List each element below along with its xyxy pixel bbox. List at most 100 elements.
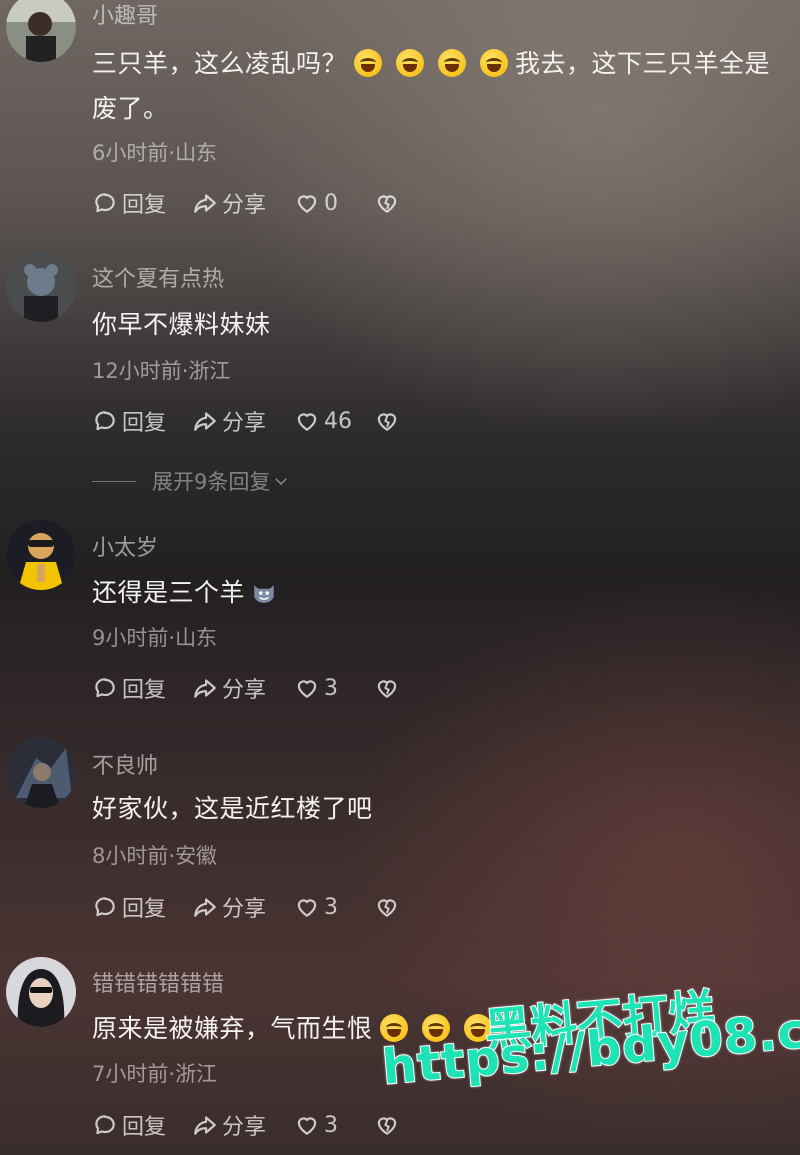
share-arrow-icon bbox=[194, 1116, 216, 1135]
comment-bubble-icon bbox=[95, 678, 115, 698]
share-arrow-icon bbox=[194, 412, 216, 431]
avatar[interactable] bbox=[6, 520, 76, 590]
comment-text: 好家伙，这是近红楼了吧 bbox=[92, 794, 373, 823]
avatar[interactable] bbox=[6, 252, 76, 322]
comment-location: 浙江 bbox=[188, 359, 231, 383]
like-count: 3 bbox=[324, 894, 338, 920]
like-count: 46 bbox=[324, 408, 352, 434]
reply-label: 回复 bbox=[122, 1115, 167, 1140]
broken-heart-icon bbox=[377, 195, 397, 213]
avatar[interactable] bbox=[6, 738, 76, 808]
expand-replies-button[interactable]: 展开9条回复 bbox=[92, 466, 290, 496]
dislike-button[interactable] bbox=[374, 190, 400, 216]
username[interactable]: 小趣哥 bbox=[92, 0, 158, 30]
like-button[interactable]: 3 bbox=[294, 894, 374, 920]
comment-text-part: 废了。 bbox=[92, 94, 169, 123]
like-button[interactable]: 0 bbox=[294, 190, 374, 216]
share-arrow-icon bbox=[194, 679, 216, 698]
comment-actions: 回复 分享 3 bbox=[92, 673, 400, 703]
comment-actions: 回复 分享 0 bbox=[92, 188, 400, 218]
dislike-button[interactable] bbox=[374, 675, 400, 701]
reply-button[interactable]: 回复 bbox=[92, 187, 192, 219]
reply-label: 回复 bbox=[122, 411, 167, 436]
comment-text-part: 我去，这下三只羊全是 bbox=[515, 49, 771, 78]
comment-actions: 回复 分享 46 bbox=[92, 406, 400, 436]
reply-button[interactable]: 回复 bbox=[92, 672, 192, 704]
share-button[interactable]: 分享 bbox=[192, 891, 294, 923]
heart-icon bbox=[297, 680, 317, 698]
share-button[interactable]: 分享 bbox=[192, 187, 294, 219]
comment-location: 山东 bbox=[175, 141, 218, 165]
heart-icon bbox=[297, 413, 317, 431]
comment-actions: 回复 分享 3 bbox=[92, 1110, 400, 1140]
laughing-face-emoji bbox=[354, 49, 383, 77]
dislike-button[interactable] bbox=[374, 894, 400, 920]
comment-time: 6小时前 bbox=[92, 141, 169, 165]
share-label: 分享 bbox=[222, 411, 267, 436]
divider bbox=[92, 480, 136, 482]
comment-time: 7小时前 bbox=[92, 1062, 169, 1086]
comment-meta: 8小时前·安徽 bbox=[92, 840, 217, 870]
broken-heart-icon bbox=[377, 680, 397, 698]
reply-button[interactable]: 回复 bbox=[92, 891, 192, 923]
broken-heart-icon bbox=[377, 899, 397, 917]
reply-label: 回复 bbox=[122, 897, 167, 922]
comment-text: 你早不爆料妹妹 bbox=[92, 310, 271, 339]
avatar[interactable] bbox=[6, 0, 76, 62]
share-label: 分享 bbox=[222, 897, 267, 922]
dislike-button[interactable] bbox=[374, 1112, 400, 1138]
like-count: 0 bbox=[324, 190, 338, 216]
comment-location: 安徽 bbox=[175, 844, 218, 868]
reply-label: 回复 bbox=[122, 678, 167, 703]
reply-label: 回复 bbox=[122, 193, 167, 218]
comment-location: 山东 bbox=[175, 626, 218, 650]
comment-bubble-icon bbox=[95, 411, 115, 431]
share-label: 分享 bbox=[222, 678, 267, 703]
username[interactable]: 这个夏有点热 bbox=[92, 261, 224, 293]
reply-button[interactable]: 回复 bbox=[92, 405, 192, 437]
username[interactable]: 错错错错错错 bbox=[92, 966, 224, 998]
comment-text: 三只羊，这么凌乱吗？ 我去，这下三只羊全是 废了。 bbox=[92, 41, 792, 131]
username[interactable]: 小太岁 bbox=[92, 530, 158, 562]
comment-text-part: 还得是三个羊 bbox=[92, 578, 246, 607]
comment-text: 还得是三个羊 bbox=[92, 570, 792, 615]
comment-text-part: 三只羊，这么凌乱吗？ bbox=[92, 49, 348, 78]
comment-meta: 9小时前·山东 bbox=[92, 622, 217, 652]
avatar[interactable] bbox=[6, 957, 76, 1027]
like-button[interactable]: 3 bbox=[294, 1112, 374, 1138]
comment-location: 浙江 bbox=[175, 1062, 218, 1086]
laughing-face-emoji bbox=[396, 49, 425, 77]
share-arrow-icon bbox=[194, 898, 216, 917]
share-button[interactable]: 分享 bbox=[192, 405, 294, 437]
comment-meta: 12小时前·浙江 bbox=[92, 355, 230, 385]
comment-bubble-icon bbox=[95, 193, 115, 213]
share-button[interactable]: 分享 bbox=[192, 1109, 294, 1141]
comment-time: 8小时前 bbox=[92, 844, 169, 868]
chevron-down-icon bbox=[275, 478, 288, 486]
share-label: 分享 bbox=[222, 193, 267, 218]
cat-face-emoji bbox=[254, 585, 274, 603]
like-count: 3 bbox=[324, 1112, 338, 1138]
comment-bubble-icon bbox=[95, 1115, 115, 1135]
expand-replies-label: 展开9条回复 bbox=[152, 470, 271, 494]
share-label: 分享 bbox=[222, 1115, 267, 1140]
like-button[interactable]: 3 bbox=[294, 675, 374, 701]
heart-icon bbox=[297, 1117, 317, 1135]
comment-time: 12小时前 bbox=[92, 359, 182, 383]
reply-button[interactable]: 回复 bbox=[92, 1109, 192, 1141]
comment-bubble-icon bbox=[95, 897, 115, 917]
like-button[interactable]: 46 bbox=[294, 408, 374, 434]
like-count: 3 bbox=[324, 675, 338, 701]
heart-icon bbox=[297, 899, 317, 917]
comment-meta: 7小时前·浙江 bbox=[92, 1058, 217, 1088]
comment-meta: 6小时前·山东 bbox=[92, 137, 217, 167]
comment-text-part: 原来是被嫌弃，气而生恨 bbox=[92, 1014, 373, 1043]
username[interactable]: 不良帅 bbox=[92, 748, 158, 780]
heart-icon bbox=[297, 195, 317, 213]
comment-time: 9小时前 bbox=[92, 626, 169, 650]
dislike-button[interactable] bbox=[374, 408, 400, 434]
share-button[interactable]: 分享 bbox=[192, 672, 294, 704]
comment-actions: 回复 分享 3 bbox=[92, 892, 400, 922]
broken-heart-icon bbox=[377, 413, 397, 431]
laughing-face-emoji bbox=[438, 49, 467, 77]
